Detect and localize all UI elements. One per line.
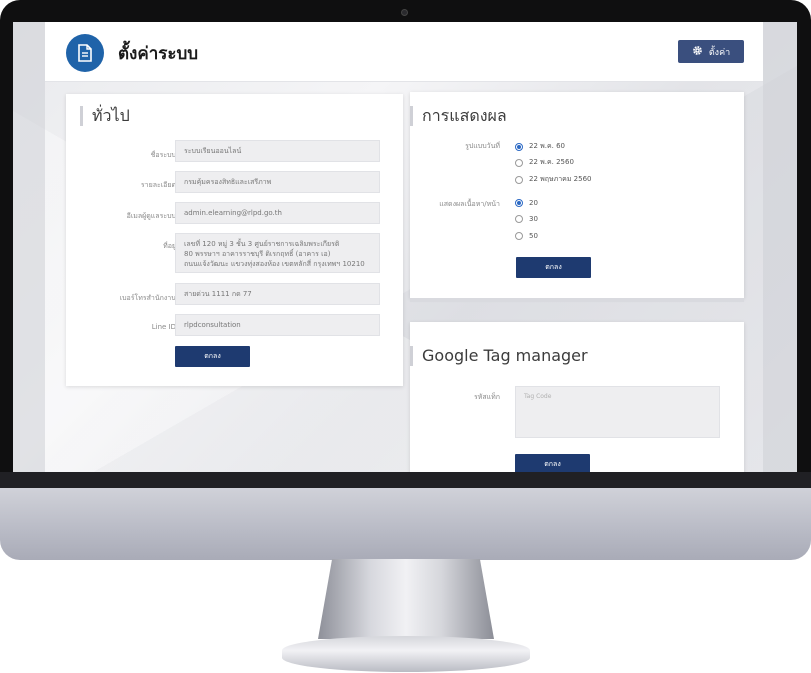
general-section-title: ทั่วไป (80, 106, 130, 126)
radio-unselected (515, 232, 523, 240)
description-field[interactable]: กรมคุ้มครองสิทธิและเสรีภาพ (175, 171, 380, 193)
radio-selected (515, 142, 523, 151)
tag-code-input[interactable]: Tag Code (515, 386, 720, 438)
monitor-frame: ตั้งค่าระบบ ตั้งค่า ทั่วไป ชื่อระบบ ระบบ… (0, 0, 811, 673)
date-option-2[interactable]: 22 พ.ค. 2560 (515, 157, 574, 168)
date-option-1[interactable]: 22 พ.ค. 60 (515, 141, 565, 152)
radio-unselected (515, 215, 523, 223)
display-submit-button[interactable]: ตกลง (516, 257, 591, 278)
radio-unselected (515, 175, 523, 184)
radio-unselected (515, 158, 523, 167)
webcam (401, 9, 408, 16)
radio-label: 20 (529, 199, 538, 207)
per-page-label: แสดงผลเนื้อหา/หน้า (439, 200, 500, 208)
right-margin (763, 22, 797, 472)
radio-label: 22 พ.ค. 60 (529, 142, 566, 150)
settings-button[interactable]: ตั้งค่า (678, 40, 744, 63)
general-settings-card: ทั่วไป ชื่อระบบ ระบบเรียนออนไลน์ รายละเอ… (66, 94, 403, 386)
date-option-3[interactable]: 22 พฤษภาคม 2560 (515, 174, 591, 185)
document-icon (66, 34, 104, 72)
screen: ตั้งค่าระบบ ตั้งค่า ทั่วไป ชื่อระบบ ระบบ… (13, 22, 797, 472)
address-field[interactable]: เลขที่ 120 หมู่ 3 ชั้น 3 ศูนย์ราชการเฉลิ… (175, 233, 380, 273)
field-label: ชื่อระบบ (150, 151, 176, 159)
general-submit-button[interactable]: ตกลง (175, 346, 250, 367)
field-label: เบอร์โทรสำนักงาน (119, 294, 176, 302)
system-name-field[interactable]: ระบบเรียนออนไลน์ (175, 140, 380, 162)
monitor-bottom-bezel (0, 472, 811, 488)
radio-label: 22 พฤษภาคม 2560 (529, 175, 592, 183)
monitor-stand (318, 559, 494, 639)
tag-code-label: รหัสแท็ก (473, 393, 500, 401)
display-section-title: การแสดงผล (410, 106, 507, 126)
radio-label: 50 (529, 232, 538, 240)
field-label: อีเมลผู้ดูแลระบบ (126, 212, 176, 220)
admin-email-field[interactable]: admin.elearning@rlpd.go.th (175, 202, 380, 224)
per-page-option-50[interactable]: 50 (515, 232, 538, 240)
gtm-section-title: Google Tag manager (410, 346, 588, 366)
radio-label: 30 (529, 215, 538, 223)
gear-icon (692, 45, 703, 59)
gtm-settings-card: Google Tag manager รหัสแท็ก Tag Code ตกล… (410, 322, 744, 472)
display-settings-card: การแสดงผล รูปแบบวันที่ 22 พ.ค. 60 22 พ.ค… (410, 92, 744, 298)
field-label: ที่อยู่ (163, 242, 176, 250)
field-label: รายละเอียด (140, 181, 176, 189)
page-header: ตั้งค่าระบบ ตั้งค่า (45, 22, 763, 82)
line-id-field[interactable]: rlpdconsultation (175, 314, 380, 336)
field-label: Line ID (151, 323, 176, 331)
per-page-option-20[interactable]: 20 (515, 199, 538, 207)
date-format-label: รูปแบบวันที่ (465, 142, 500, 150)
per-page-option-30[interactable]: 30 (515, 215, 538, 223)
monitor-stand-base (282, 636, 530, 672)
left-margin (13, 22, 45, 472)
settings-button-label: ตั้งค่า (708, 47, 731, 58)
gtm-submit-button[interactable]: ตกลง (515, 454, 590, 472)
radio-label: 22 พ.ค. 2560 (529, 158, 574, 166)
section-divider (410, 298, 744, 302)
office-phone-field[interactable]: สายด่วน 1111 กด 77 (175, 283, 380, 305)
page-title: ตั้งค่าระบบ (118, 44, 199, 64)
radio-selected (515, 199, 523, 207)
